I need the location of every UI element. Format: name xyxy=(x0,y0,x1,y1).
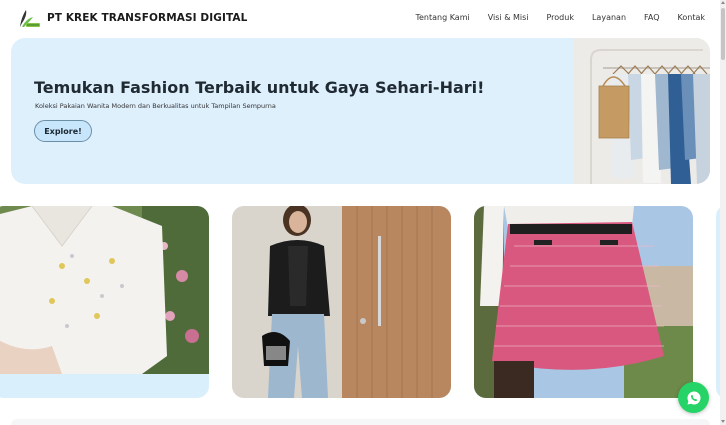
product-card-2[interactable] xyxy=(232,206,451,398)
nav-visi-misi[interactable]: Visi & Misi xyxy=(488,13,529,22)
nav-tentang-kami[interactable]: Tentang Kami xyxy=(415,13,469,22)
whatsapp-icon xyxy=(686,390,701,404)
scrollbar[interactable] xyxy=(720,0,726,425)
next-section-edge xyxy=(11,419,710,425)
leather-jacket-jeans-image xyxy=(232,206,451,398)
hero-subtitle: Koleksi Pakaian Wanita Modern dan Berkua… xyxy=(35,102,276,110)
nav-kontak[interactable]: Kontak xyxy=(678,13,705,22)
nav-layanan[interactable]: Layanan xyxy=(592,13,626,22)
whatsapp-button[interactable] xyxy=(678,382,709,413)
product-card-3[interactable] xyxy=(474,206,693,398)
nav-faq[interactable]: FAQ xyxy=(644,13,660,22)
leaf-logo-icon[interactable] xyxy=(17,9,41,29)
site-header: PT KREK TRANSFORMASI DIGITAL Tentang Kam… xyxy=(0,0,726,38)
explore-button[interactable]: Explore! xyxy=(34,120,92,142)
scroll-up-arrow-icon[interactable] xyxy=(721,1,725,4)
clothing-rack-image xyxy=(573,38,710,184)
white-embroidered-blouse-image xyxy=(0,206,209,374)
tweed-skirt-image xyxy=(474,206,693,398)
scroll-down-arrow-icon[interactable] xyxy=(721,420,725,423)
scroll-thumb[interactable] xyxy=(721,8,725,60)
brand-name[interactable]: PT KREK TRANSFORMASI DIGITAL xyxy=(47,12,247,24)
hero-title: Temukan Fashion Terbaik untuk Gaya Sehar… xyxy=(34,78,485,97)
hero-banner: Temukan Fashion Terbaik untuk Gaya Sehar… xyxy=(11,38,710,184)
product-card-1[interactable] xyxy=(0,206,209,398)
nav-produk[interactable]: Produk xyxy=(546,13,573,22)
main-nav: Tentang Kami Visi & Misi Produk Layanan … xyxy=(415,13,705,22)
